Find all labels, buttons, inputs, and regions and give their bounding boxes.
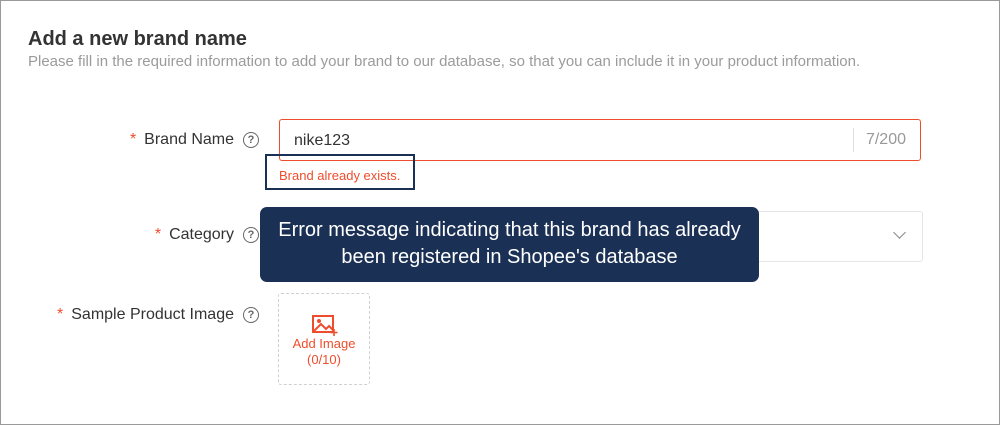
page-title: Add a new brand name — [28, 28, 247, 50]
help-icon[interactable]: ? — [243, 132, 259, 148]
help-icon[interactable]: ? — [243, 307, 259, 323]
required-marker: * — [57, 306, 64, 323]
add-image-button[interactable]: Add Image (0/10) — [278, 293, 370, 385]
brand-name-label-text: Brand Name — [144, 131, 234, 148]
chevron-down-icon[interactable] — [893, 226, 906, 239]
category-label-text: Category — [169, 226, 234, 243]
help-icon[interactable]: ? — [243, 227, 259, 243]
character-counter: 7/200 — [852, 128, 920, 152]
sample-image-label-text: Sample Product Image — [71, 306, 234, 323]
sample-image-label: * Sample Product Image ? — [57, 306, 259, 324]
add-image-label: Add Image — [292, 336, 356, 351]
page-subtitle: Please fill in the required information … — [28, 53, 861, 70]
annotation-callout: Error message indicating that this brand… — [260, 207, 759, 282]
brand-name-value[interactable]: nike123 — [294, 132, 350, 150]
required-marker: * — [129, 131, 137, 148]
required-marker: * — [154, 226, 162, 243]
brand-error-message: Brand already exists. — [279, 168, 401, 183]
image-count: (0/10) — [307, 352, 341, 367]
add-image-icon — [312, 315, 338, 336]
category-label: * Category ? — [155, 226, 259, 244]
add-brand-panel: Add a new brand name Please fill in the … — [0, 0, 1000, 425]
brand-name-label: * Brand Name ? — [130, 131, 259, 149]
